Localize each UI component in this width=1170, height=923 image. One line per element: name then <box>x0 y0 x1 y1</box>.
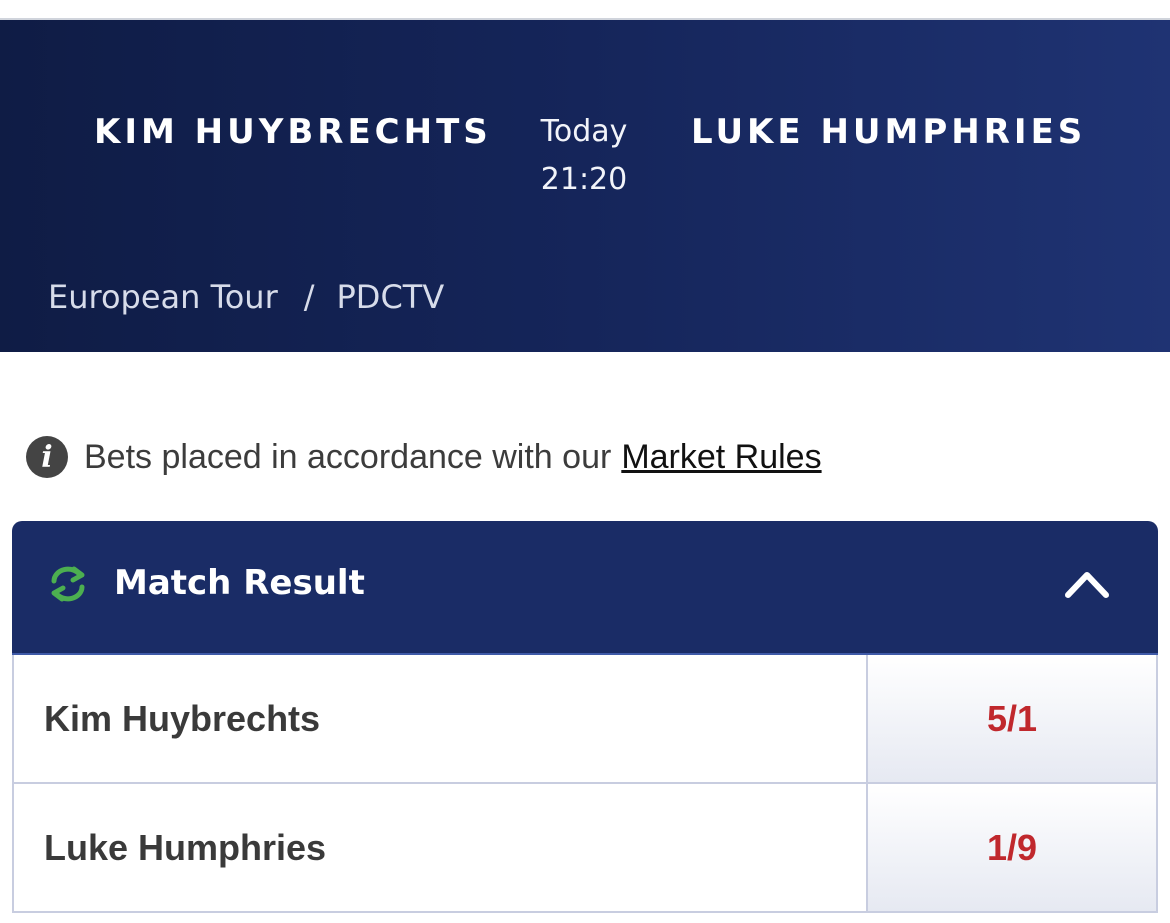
kickoff-day: Today <box>540 114 628 149</box>
breadcrumb-channel[interactable]: PDCTV <box>337 278 445 316</box>
breadcrumb-competition[interactable]: European Tour <box>48 278 278 316</box>
refresh-icon <box>51 566 85 602</box>
selection-list: Kim Huybrechts 5/1 Luke Humphries 1/9 <box>12 655 1158 913</box>
home-team-name: KIM HUYBRECHTS <box>94 112 492 152</box>
market-header[interactable]: Match Result <box>12 521 1158 655</box>
match-result-market: Match Result Kim Huybrechts 5/1 Luke Hum… <box>12 521 1158 913</box>
chevron-up-icon[interactable] <box>1064 569 1110 599</box>
odds-button[interactable]: 1/9 <box>868 784 1156 911</box>
info-icon: i <box>26 436 68 478</box>
selection-name: Luke Humphries <box>14 784 868 911</box>
kickoff-time: Today 21:20 <box>520 108 648 204</box>
market-rules-link[interactable]: Market Rules <box>621 438 821 477</box>
top-divider <box>0 0 1170 20</box>
kickoff-clock: 21:20 <box>540 162 628 197</box>
rules-text: Bets placed in accordance with our <box>84 437 612 476</box>
selection-row: Luke Humphries 1/9 <box>14 784 1156 911</box>
market-title: Match Result <box>114 563 365 603</box>
away-team-name: LUKE HUMPHRIES <box>691 112 1087 152</box>
breadcrumb: European Tour / PDCTV <box>48 278 444 316</box>
selection-name: Kim Huybrechts <box>14 655 868 782</box>
selection-row: Kim Huybrechts 5/1 <box>14 655 1156 784</box>
market-rules-notice: i Bets placed in accordance with our Mar… <box>26 436 822 478</box>
breadcrumb-separator: / <box>303 278 315 316</box>
odds-button[interactable]: 5/1 <box>868 655 1156 782</box>
event-header: KIM HUYBRECHTS Today 21:20 LUKE HUMPHRIE… <box>0 20 1170 352</box>
